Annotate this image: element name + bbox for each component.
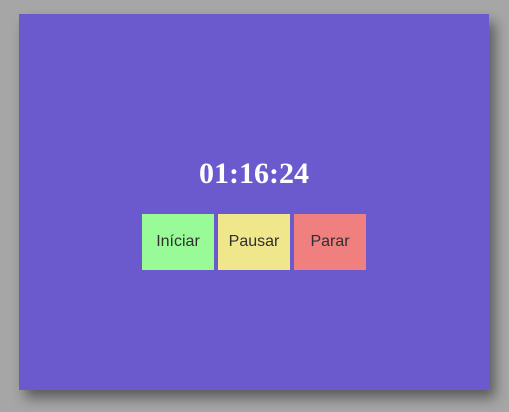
start-button[interactable]: Iníciar (142, 214, 214, 270)
stop-button[interactable]: Parar (294, 214, 366, 270)
pause-button[interactable]: Pausar (218, 214, 290, 270)
controls-row: Iníciar Pausar Parar (142, 214, 366, 270)
time-display: 01:16:24 (199, 157, 309, 190)
stopwatch-panel: 01:16:24 Iníciar Pausar Parar (19, 14, 489, 390)
